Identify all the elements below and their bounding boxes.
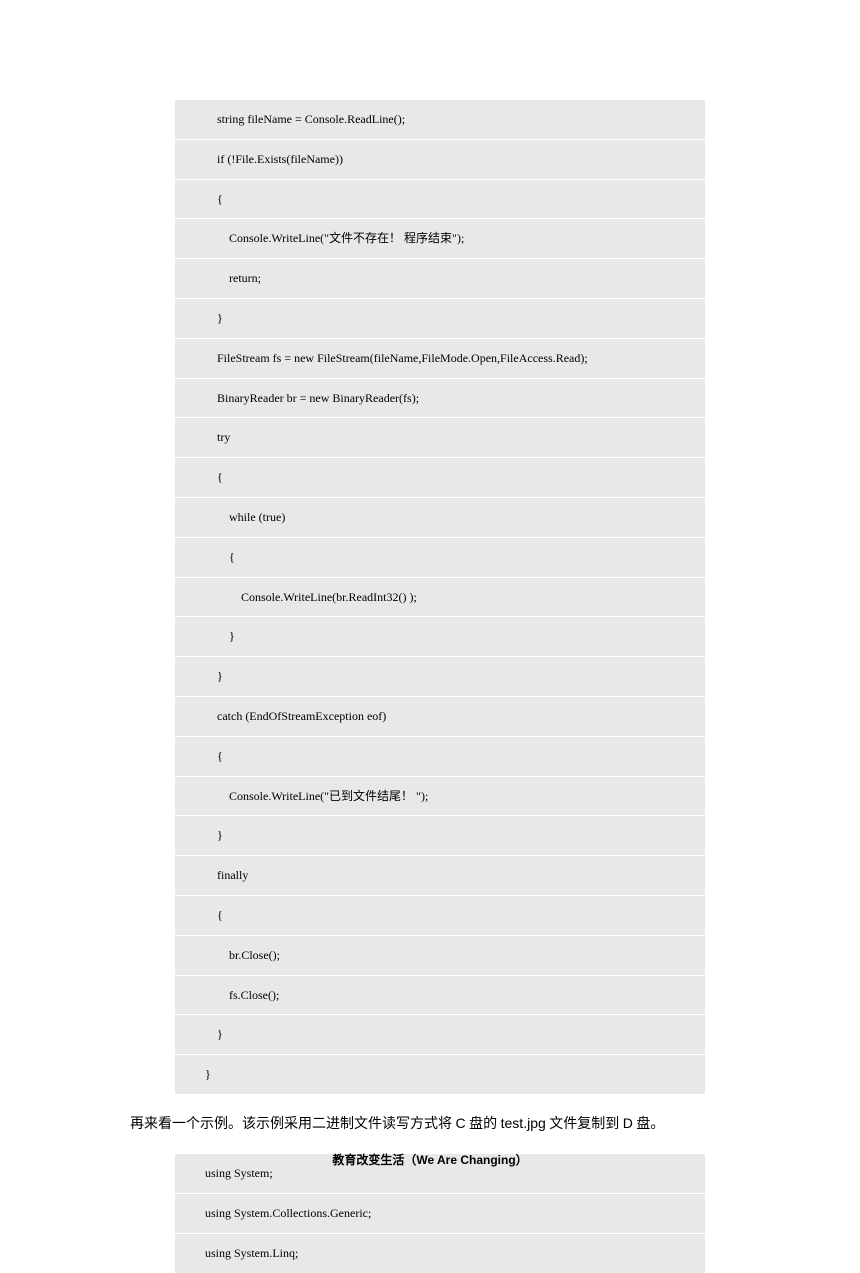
code-line: catch (EndOfStreamException eof) bbox=[175, 697, 705, 737]
code-line: br.Close(); bbox=[175, 936, 705, 976]
code-line: } bbox=[175, 1055, 705, 1094]
code-line: { bbox=[175, 458, 705, 498]
code-line: Console.WriteLine(br.ReadInt32() ); bbox=[175, 578, 705, 618]
code-line: fs.Close(); bbox=[175, 976, 705, 1016]
footer-text-close: ） bbox=[516, 1153, 528, 1167]
code-line: } bbox=[175, 299, 705, 339]
paragraph-text: D bbox=[623, 1115, 633, 1131]
code-line: { bbox=[175, 896, 705, 936]
code-line: { bbox=[175, 180, 705, 220]
code-line: Console.WriteLine("文件不存在！ 程序结束"); bbox=[175, 219, 705, 259]
footer-text-en: We Are Changing bbox=[416, 1153, 515, 1167]
paragraph-text: 盘。 bbox=[633, 1117, 665, 1132]
body-paragraph: 再来看一个示例。该示例采用二进制文件读写方式将 C 盘的 test.jpg 文件… bbox=[130, 1112, 730, 1136]
footer-text-cn: 教育改变生活（ bbox=[332, 1153, 416, 1167]
code-line: { bbox=[175, 737, 705, 777]
code-line: try bbox=[175, 418, 705, 458]
code-line: } bbox=[175, 617, 705, 657]
code-block-2: using System; using System.Collections.G… bbox=[175, 1154, 705, 1272]
code-line: using System.Collections.Generic; bbox=[175, 1194, 705, 1234]
code-line: Console.WriteLine("已到文件结尾！ "); bbox=[175, 777, 705, 817]
code-line: { bbox=[175, 538, 705, 578]
paragraph-text: C bbox=[456, 1115, 466, 1131]
code-line: using System.Linq; bbox=[175, 1234, 705, 1273]
paragraph-text: 文件复制到 bbox=[546, 1117, 623, 1132]
code-line: } bbox=[175, 657, 705, 697]
code-line: string fileName = Console.ReadLine(); bbox=[175, 100, 705, 140]
code-line: finally bbox=[175, 856, 705, 896]
code-line: } bbox=[175, 816, 705, 856]
code-line: while (true) bbox=[175, 498, 705, 538]
code-block-1: string fileName = Console.ReadLine(); if… bbox=[175, 100, 705, 1094]
code-line: BinaryReader br = new BinaryReader(fs); bbox=[175, 379, 705, 419]
paragraph-text: test.jpg bbox=[501, 1115, 546, 1131]
paragraph-text: 盘的 bbox=[466, 1117, 501, 1132]
page-footer: 教育改变生活（We Are Changing） bbox=[0, 1151, 860, 1168]
code-line: return; bbox=[175, 259, 705, 299]
code-line: if (!File.Exists(fileName)) bbox=[175, 140, 705, 180]
paragraph-text: 再来看一个示例。该示例采用二进制文件读写方式将 bbox=[130, 1117, 456, 1132]
code-line: FileStream fs = new FileStream(fileName,… bbox=[175, 339, 705, 379]
code-line: } bbox=[175, 1015, 705, 1055]
